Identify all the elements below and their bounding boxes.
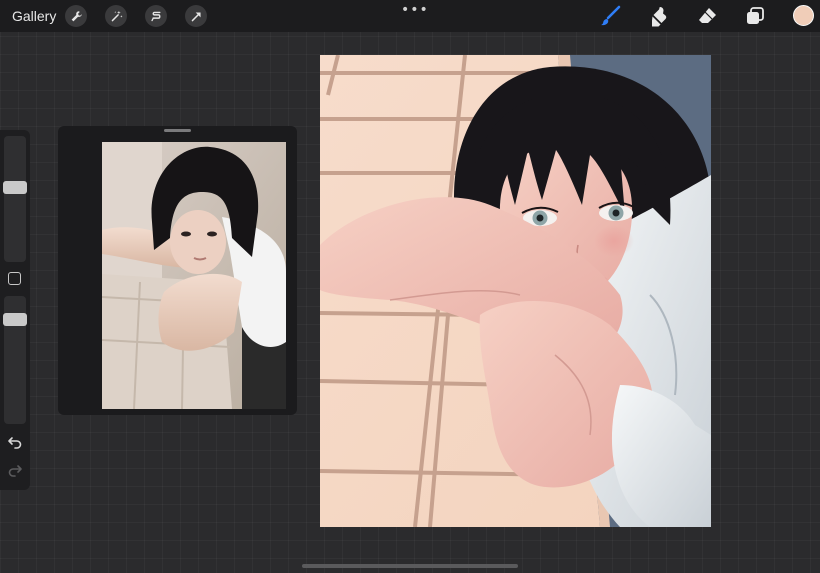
modify-square-icon[interactable]	[8, 272, 21, 285]
brush-icon[interactable]	[599, 5, 621, 27]
redo-icon[interactable]	[7, 462, 23, 478]
reference-panel[interactable]	[58, 126, 297, 415]
brush-size-handle[interactable]	[3, 181, 27, 195]
wrench-icon[interactable]	[65, 5, 87, 27]
more-options-button[interactable]: •••	[401, 2, 429, 18]
transform-arrow-icon[interactable]	[185, 5, 207, 27]
reference-drag-handle[interactable]	[164, 129, 191, 132]
color-picker-swatch[interactable]	[793, 5, 814, 26]
gallery-button[interactable]: Gallery	[12, 8, 56, 24]
selection-icon[interactable]	[145, 5, 167, 27]
drawing-canvas[interactable]	[320, 55, 711, 527]
top-toolbar: Gallery •••	[0, 0, 820, 32]
opacity-handle[interactable]	[3, 313, 27, 327]
magic-wand-icon[interactable]	[105, 5, 127, 27]
left-sidebar	[0, 130, 30, 490]
layers-icon[interactable]	[744, 5, 766, 27]
smudge-icon[interactable]	[648, 5, 670, 27]
eraser-icon[interactable]	[696, 5, 718, 27]
brush-size-slider[interactable]	[4, 136, 26, 262]
reference-photo	[102, 142, 286, 409]
undo-icon[interactable]	[7, 434, 23, 450]
home-indicator	[302, 564, 518, 568]
